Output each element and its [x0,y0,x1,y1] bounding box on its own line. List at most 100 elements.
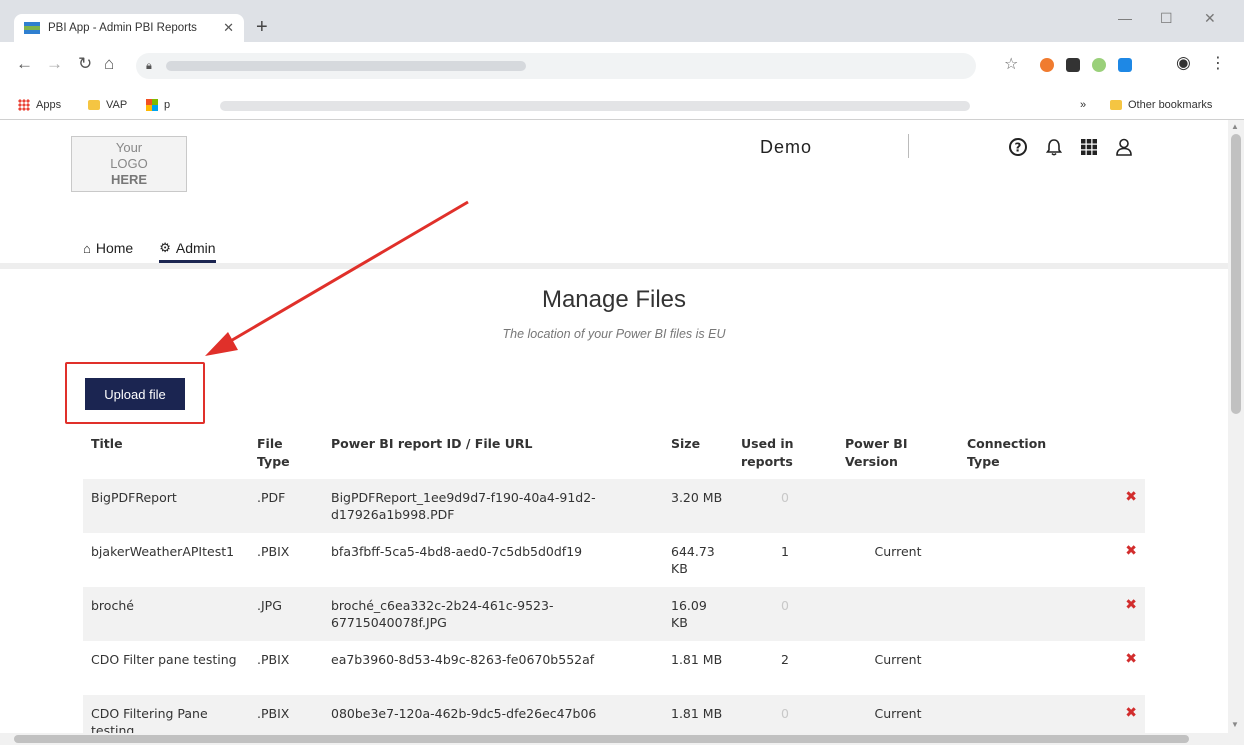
bookmark-apps[interactable]: Apps [18,99,61,111]
cell-version: Current [874,544,922,559]
forward-icon[interactable]: → [46,54,63,74]
cell-used: 0 [781,490,789,505]
bookmark-label: Apps [36,99,62,111]
overflow-chevron-icon: » [1080,99,1087,111]
browser-tab[interactable]: PBI App - Admin PBI Reports ✕ [14,14,244,42]
table-row: bjakerWeatherAPItest1 .PBIX bfa3fbff-5ca… [83,533,1145,587]
help-icon[interactable]: ? [1008,137,1028,157]
col-header-connection[interactable]: Connection Type [959,427,1089,479]
bell-icon[interactable] [1044,137,1064,157]
cell-id: ea7b3960-8d53-4b9c-8263-fe0670b552af [331,652,595,667]
bookmark-star-icon[interactable]: ☆ [1004,54,1018,74]
cell-connection [959,641,1089,695]
col-header-file-type[interactable]: File Type [249,427,323,479]
logo-text: LOGO [110,156,148,171]
extension-icon[interactable] [1092,58,1106,72]
col-header-version[interactable]: Power BI Version [837,427,959,479]
col-header-used[interactable]: Used in reports [733,427,837,479]
col-header-title[interactable]: Title [83,427,249,479]
cell-type: .JPG [257,598,282,613]
extension-icon[interactable] [1118,58,1132,72]
horizontal-scrollbar[interactable] [0,733,1228,745]
bookmarks-redacted [220,101,970,111]
col-header-actions [1089,427,1145,479]
scroll-down-arrow-icon[interactable]: ▼ [1231,720,1239,729]
back-icon[interactable]: ← [16,54,33,74]
cell-used: 0 [781,598,789,613]
cell-size: 16.09 KB [671,598,707,630]
house-icon: ⌂ [83,240,91,256]
gear-icon: ⚙ [159,240,171,255]
cell-size: 1.81 MB [671,652,723,667]
extension-icon[interactable] [1040,58,1054,72]
scroll-thumb[interactable] [1231,134,1241,414]
page-title: Manage Files [541,286,687,313]
user-icon[interactable] [1114,137,1134,157]
svg-text:?: ? [1015,141,1022,155]
main-nav: ⌂ Home ⚙ Admin [83,238,242,264]
url-redacted [165,61,526,71]
bookmarks-bar: Apps VAP p » Other bookmarks [0,92,1244,120]
nav-item-home[interactable]: ⌂ Home [83,238,133,258]
cell-version: Current [874,652,922,667]
close-tab-icon[interactable]: ✕ [223,20,234,36]
delete-icon[interactable]: ✖ [1089,641,1145,695]
delete-icon[interactable]: ✖ [1089,533,1145,587]
nav-divider [0,263,1228,269]
cell-id: broché_c6ea332c-2b24-461c-9523-677150400… [331,598,554,630]
nav-label: Home [95,240,134,256]
other-bookmarks[interactable]: Other bookmarks [1110,99,1212,111]
cell-version [837,587,959,641]
reload-icon[interactable]: ↻ [78,54,92,74]
upload-file-button[interactable]: Upload file [85,378,185,410]
minimize-icon[interactable]: — [1118,10,1132,26]
folder-icon [1110,100,1122,110]
maximize-icon[interactable]: ☐ [1160,10,1173,27]
files-table: Title File Type Power BI report ID / Fil… [83,427,1145,745]
home-icon[interactable]: ⌂ [104,54,114,74]
cell-connection [959,533,1089,587]
cell-id: bfa3fbff-5ca5-4bd8-aed0-7c5db5d0df19 [331,544,583,559]
cell-size: 644.73 KB [671,544,715,576]
cell-title: BigPDFReport [91,490,177,505]
cell-id: BigPDFReport_1ee9d9d7-f190-40a4-91d2-d17… [331,490,596,522]
table-row: BigPDFReport .PDF BigPDFReport_1ee9d9d7-… [83,479,1145,533]
vertical-scrollbar[interactable]: ▲ ▼ [1228,120,1244,745]
address-bar[interactable]: 🔒︎ [136,53,976,79]
microsoft-icon [146,99,158,111]
profile-icon[interactable]: ◉ [1176,53,1191,73]
bookmark-ms[interactable]: p [146,99,170,111]
col-header-id-url[interactable]: Power BI report ID / File URL [323,427,663,479]
logo-text: HERE [110,172,148,187]
bookmarks-overflow[interactable]: » [1080,99,1086,111]
close-window-icon[interactable]: ✕ [1204,10,1216,27]
scroll-thumb[interactable] [14,735,1189,743]
logo-text: Your [115,140,143,155]
bookmark-vap[interactable]: VAP [88,99,127,111]
table-header-row: Title File Type Power BI report ID / Fil… [83,427,1145,479]
nav-label: Admin [175,240,216,256]
cell-connection [959,479,1089,533]
cell-title: broché [91,598,134,613]
logo-placeholder: Your LOGO HERE [71,136,187,192]
extension-icon[interactable] [1066,58,1080,72]
cell-type: .PDF [257,490,286,505]
delete-icon[interactable]: ✖ [1089,587,1145,641]
cell-size: 3.20 MB [671,490,723,505]
delete-icon[interactable]: ✖ [1089,479,1145,533]
folder-icon [88,100,100,110]
browser-toolbar: ← → ↻ ⌂ 🔒︎ ☆ ◉ ⋮ [0,42,1244,92]
bookmark-label: p [164,99,171,111]
bookmark-label: Other bookmarks [1128,99,1213,111]
app-grid-icon[interactable] [1079,137,1099,157]
scroll-up-arrow-icon[interactable]: ▲ [1231,122,1239,131]
table-row: broché .JPG broché_c6ea332c-2b24-461c-95… [83,587,1145,641]
nav-item-admin[interactable]: ⚙ Admin [159,238,216,264]
page-subtitle: The location of your Power BI files is E… [502,327,726,341]
lock-icon: 🔒︎ [146,59,152,72]
favicon-icon [24,22,40,34]
new-tab-button[interactable]: + [256,16,268,39]
browser-chrome: PBI App - Admin PBI Reports ✕ + — ☐ ✕ ← … [0,0,1244,120]
col-header-size[interactable]: Size [663,427,733,479]
menu-kebab-icon[interactable]: ⋮ [1210,53,1226,73]
